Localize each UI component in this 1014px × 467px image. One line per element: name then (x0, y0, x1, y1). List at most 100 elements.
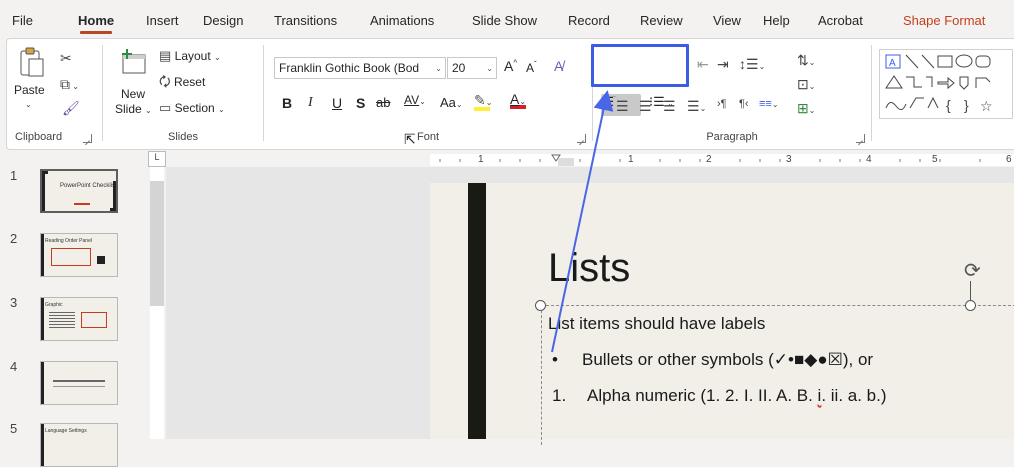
section-icon: ▭ (159, 100, 172, 115)
shapes-gallery[interactable]: A { } ☆ (879, 49, 1013, 119)
tab-stop-selector[interactable]: L (148, 151, 166, 167)
tab-record[interactable]: Record (568, 0, 610, 36)
tab-home[interactable]: Home (78, 0, 114, 36)
slide-thumbnail-3[interactable]: Graphic (40, 297, 118, 341)
reset-label: Reset (173, 75, 206, 89)
reset-button[interactable]: 🗘 Reset (159, 75, 205, 89)
thumb-number-3: 3 (10, 295, 18, 310)
ribbon: Paste ⌄ ✂ ⧉ ⌄ 🖌 Clipboard New Slide ⌄ ▤ … (6, 38, 1014, 150)
tab-file[interactable]: File (12, 0, 33, 36)
clear-formatting-icon[interactable]: A̸ (554, 58, 563, 74)
resize-handle-top-right[interactable] (965, 300, 976, 311)
ruler-mark: 6 (1006, 154, 1012, 165)
align-right-icon[interactable]: ☰ (663, 99, 676, 113)
tab-design[interactable]: Design (203, 0, 243, 36)
font-size-value: 20 (452, 61, 466, 75)
svg-text:}: } (964, 97, 969, 113)
mouse-cursor-icon: ⇱ (404, 131, 416, 147)
tab-review[interactable]: Review (640, 0, 683, 36)
slide-thumbnail-2[interactable]: Reading Order Panel (40, 233, 118, 277)
decrease-font-size-icon[interactable]: Aˇ (526, 60, 537, 75)
paragraph-group-label: Paragraph (706, 131, 758, 143)
format-painter-icon[interactable]: 🖌 (62, 101, 80, 115)
svg-text:☆: ☆ (980, 99, 993, 115)
line-spacing-icon[interactable]: ↕☰⌄ (739, 57, 765, 71)
drawing-group: A { } ☆ (873, 39, 1014, 149)
underline-button[interactable]: U (332, 95, 342, 111)
body-line-numbered[interactable]: Alpha numeric (1. 2. I. II. A. B. i. ii.… (587, 386, 887, 406)
font-name-combo[interactable]: Franklin Gothic Book (Bod ⌄ (274, 57, 446, 79)
highlighter-icon: ✎ (474, 92, 486, 108)
new-slide-icon (122, 49, 146, 74)
thumb-number-1: 1 (10, 168, 18, 183)
ruler-scroll-region (150, 181, 164, 306)
layout-icon: ▤ (159, 48, 172, 63)
body-line-heading[interactable]: List items should have labels (548, 314, 765, 334)
paragraph-launcher-icon[interactable] (856, 134, 865, 143)
slide-thumbnail-5[interactable]: Language Settings (40, 423, 118, 467)
paste-button[interactable]: Paste ⌄ (14, 45, 49, 115)
text-direction-icon[interactable]: ⇅⌄ (797, 53, 815, 67)
font-size-combo[interactable]: 20 ⌄ (447, 57, 497, 79)
font-name-value: Franklin Gothic Book (Bod (279, 61, 420, 75)
font-launcher-icon[interactable] (577, 134, 586, 143)
align-left-icon[interactable]: ☰ (613, 97, 632, 115)
font-group-label: Font (416, 131, 439, 143)
cut-icon[interactable]: ✂ (60, 51, 72, 65)
rtl-icon[interactable]: ¶‹ (739, 99, 749, 110)
thumb-title-5: Language Settings (45, 428, 87, 434)
tab-transitions[interactable]: Transitions (274, 0, 337, 36)
tab-insert[interactable]: Insert (146, 0, 179, 36)
italic-button[interactable]: I (308, 95, 313, 111)
shadow-button[interactable]: S (356, 95, 365, 111)
strikethrough-button[interactable]: ab (376, 95, 390, 110)
highlight-color-button[interactable]: ✎⌄ (474, 92, 492, 111)
thumb-title-2: Reading Order Panel (45, 238, 92, 244)
font-name-dropdown-icon[interactable]: ⌄ (435, 64, 442, 73)
copy-icon[interactable]: ⧉ ⌄ (60, 77, 79, 91)
new-slide-label: New (121, 87, 146, 101)
align-center-icon[interactable]: ☰ (639, 99, 652, 113)
svg-text:A: A (889, 58, 896, 69)
thumb-number-2: 2 (10, 231, 18, 246)
layout-button[interactable]: ▤ Layout ⌄ (159, 49, 221, 63)
menu-bar: File Home Insert Design Transitions Anim… (0, 0, 1014, 36)
smartart-icon[interactable]: ⊞⌄ (797, 101, 815, 115)
section-button[interactable]: ▭ Section ⌄ (159, 101, 225, 115)
slide-thumbnails-pane: 1 PowerPoint Checklist 2 Reading Order P… (0, 151, 145, 467)
tab-help[interactable]: Help (763, 0, 790, 36)
decrease-indent-icon[interactable]: ⇤ (697, 57, 709, 71)
paragraph-group: ☰ ⌄ ⁝☰ ⌄ ⇤ ⇥ ↕☰⌄ ☰ ☰ ☰ ☰⌄ ›¶ ¶‹ ≡≡⌄ ⇅⌄ ⊡… (593, 39, 871, 149)
slide-accent-bar (468, 183, 486, 439)
slide-thumbnail-1[interactable]: PowerPoint Checklist (40, 169, 118, 213)
layout-label: Layout (174, 49, 211, 63)
increase-indent-icon[interactable]: ⇥ (717, 57, 729, 71)
vertical-ruler (148, 151, 166, 439)
body-line-bullet[interactable]: Bullets or other symbols (✓•■◆●☒), or (582, 350, 873, 370)
ltr-icon[interactable]: ›¶ (717, 99, 727, 110)
justify-icon[interactable]: ☰⌄ (687, 99, 706, 113)
slide-thumbnail-4[interactable] (40, 361, 118, 405)
tab-shape-format[interactable]: Shape Format (903, 0, 985, 36)
resize-handle-top-left[interactable] (535, 300, 546, 311)
align-text-icon[interactable]: ⊡⌄ (797, 77, 815, 91)
new-slide-button[interactable]: New Slide ⌄ (113, 45, 153, 117)
font-color-button[interactable]: A⌄ (510, 91, 526, 109)
tab-slide-show[interactable]: Slide Show (472, 0, 537, 36)
clipboard-launcher-icon[interactable] (83, 134, 92, 143)
character-spacing-button[interactable]: AV⌄ (404, 93, 426, 107)
font-size-dropdown-icon[interactable]: ⌄ (486, 64, 493, 73)
bold-button[interactable]: B (282, 95, 292, 111)
font-group: Franklin Gothic Book (Bod ⌄ 20 ⌄ A^ Aˇ A… (264, 39, 592, 149)
paste-dropdown-icon[interactable]: ⌄ (25, 100, 32, 109)
tab-view[interactable]: View (713, 0, 741, 36)
tab-animations[interactable]: Animations (370, 0, 434, 36)
slide-title[interactable]: Lists (548, 246, 630, 291)
number-marker: 1. (552, 386, 567, 405)
rotate-icon[interactable]: ⟳ (964, 258, 981, 283)
tab-acrobat[interactable]: Acrobat (818, 0, 863, 36)
columns-icon[interactable]: ≡≡⌄ (759, 99, 779, 110)
change-case-button[interactable]: Aa⌄ (440, 95, 463, 110)
paste-label: Paste (14, 83, 45, 97)
increase-font-size-icon[interactable]: A^ (504, 58, 517, 74)
